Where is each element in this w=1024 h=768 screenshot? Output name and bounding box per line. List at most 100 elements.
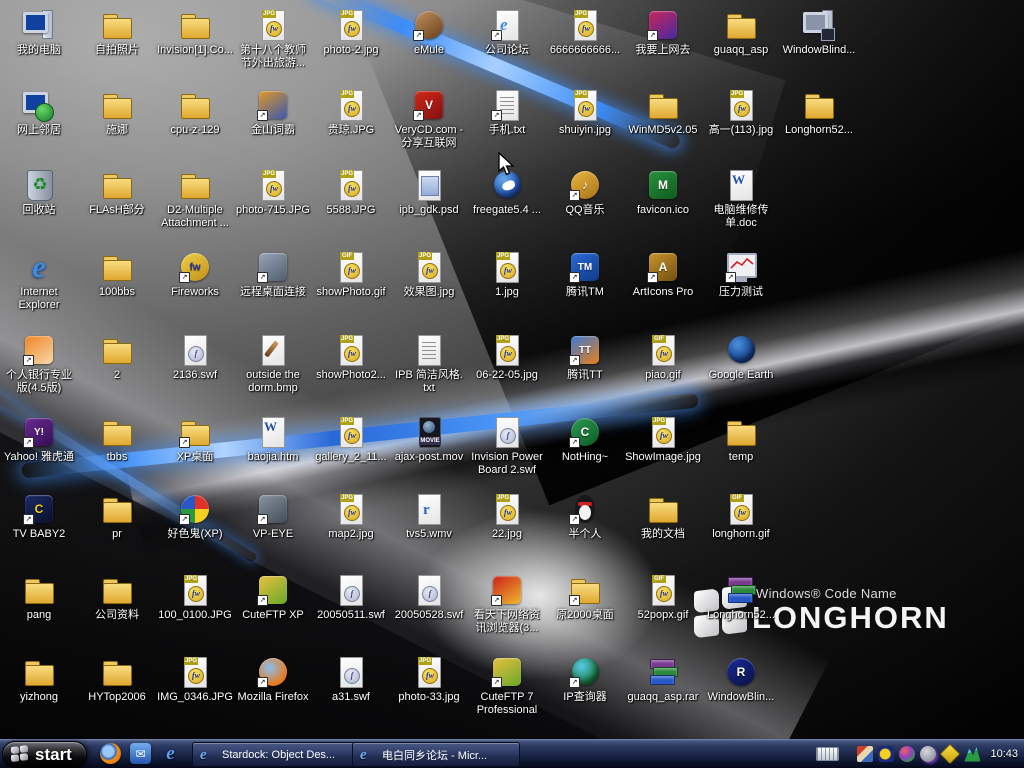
desktop-icon[interactable]: f20050511.swf bbox=[313, 573, 389, 622]
desktop-icon[interactable]: fwJPGphoto-715.JPG bbox=[235, 168, 311, 217]
desktop-icon[interactable]: ↗CuteFTP XP bbox=[235, 573, 311, 622]
desktop-icon[interactable]: fwJPGShowImage.jpg bbox=[625, 415, 701, 464]
desktop-icon[interactable]: HYTop2006 bbox=[79, 655, 155, 704]
tray-icon-moon[interactable] bbox=[878, 746, 894, 762]
desktop-icon[interactable]: ↗我要上网去 bbox=[625, 8, 701, 57]
desktop-icon[interactable]: fwJPGshowPhoto2... bbox=[313, 333, 389, 382]
desktop-icon[interactable]: FLAsH部分 bbox=[79, 168, 155, 217]
desktop-icon[interactable]: fwJPGgallery_2_11... bbox=[313, 415, 389, 464]
desktop-icon[interactable]: Longhorn52... bbox=[781, 88, 857, 137]
desktop-icon[interactable]: fwJPGmap2.jpg bbox=[313, 492, 389, 541]
desktop-icon[interactable]: 施娜 bbox=[79, 88, 155, 137]
desktop[interactable]: Windows® Code Name LONGHORN 我的电脑自拍照片Invi… bbox=[0, 0, 1024, 768]
desktop-icon[interactable]: ↗CuteFTP 7 Professional bbox=[469, 655, 545, 717]
desktop-icon[interactable]: f2136.swf bbox=[157, 333, 233, 382]
desktop-icon[interactable]: Longhorn52... bbox=[703, 573, 779, 622]
desktop-icon[interactable]: ↗压力测试 bbox=[703, 250, 779, 299]
desktop-icon[interactable]: fwJPGIMG_0346.JPG bbox=[157, 655, 233, 704]
desktop-icon[interactable]: Wbaojia.htm bbox=[235, 415, 311, 464]
desktop-icon[interactable]: A↗ArtIcons Pro bbox=[625, 250, 701, 299]
desktop-icon[interactable]: fwJPG22.jpg bbox=[469, 492, 545, 541]
desktop-icon[interactable]: ↗看天下网络资讯浏览器(3... bbox=[469, 573, 545, 635]
desktop-icon[interactable]: IPB 简洁风格. txt bbox=[391, 333, 467, 395]
desktop-icon[interactable]: fwJPG6666666666... bbox=[547, 8, 623, 57]
desktop-icon[interactable]: WindowBlind... bbox=[781, 8, 857, 57]
input-method-keyboard-icon[interactable] bbox=[816, 747, 839, 761]
desktop-icon[interactable]: fwJPG5588.JPG bbox=[313, 168, 389, 217]
desktop-icon[interactable]: fa31.swf bbox=[313, 655, 389, 704]
desktop-icon[interactable]: fwGIFshowPhoto.gif bbox=[313, 250, 389, 299]
desktop-icon[interactable]: C↗TV BABY2 bbox=[1, 492, 77, 541]
desktop-icon[interactable]: Google Earth bbox=[703, 333, 779, 382]
start-button[interactable]: start bbox=[2, 741, 87, 768]
desktop-icon[interactable]: ↗XP桌面 bbox=[157, 415, 233, 464]
desktop-icon[interactable]: fwJPGphoto-2.jpg bbox=[313, 8, 389, 57]
desktop-icon[interactable]: 100bbs bbox=[79, 250, 155, 299]
tray-icon-ball[interactable] bbox=[899, 746, 915, 762]
desktop-icon[interactable]: RWindowBlin... bbox=[703, 655, 779, 704]
desktop-icon[interactable]: fwGIFpiao.gif bbox=[625, 333, 701, 382]
desktop-icon[interactable]: tbbs bbox=[79, 415, 155, 464]
desktop-icon[interactable]: fwJPG贵琼.JPG bbox=[313, 88, 389, 137]
quicklaunch-firefox-icon[interactable] bbox=[100, 743, 121, 764]
desktop-icon[interactable]: TM↗腾讯TM bbox=[547, 250, 623, 299]
desktop-icon[interactable]: TT↗腾讯TT bbox=[547, 333, 623, 382]
desktop-icon[interactable]: fwJPGphoto-33.jpg bbox=[391, 655, 467, 704]
desktop-icon[interactable]: guaqq_asp bbox=[703, 8, 779, 57]
desktop-icon[interactable]: ↗Mozilla Firefox bbox=[235, 655, 311, 704]
desktop-icon[interactable]: 我的文档 bbox=[625, 492, 701, 541]
desktop-icon[interactable]: fwJPG第十八个教师节外出旅游... bbox=[235, 8, 311, 70]
desktop-icon[interactable]: W电脑维修传单.doc bbox=[703, 168, 779, 230]
desktop-icon[interactable]: MOVIEajax-post.mov bbox=[391, 415, 467, 464]
desktop-icon[interactable]: Y!↗Yahoo! 雅虎通 bbox=[1, 415, 77, 464]
desktop-icon[interactable]: freegate5.4 ... bbox=[469, 168, 545, 217]
desktop-icon[interactable]: C↗NotHing~ bbox=[547, 415, 623, 464]
tray-icon-volume[interactable] bbox=[920, 746, 936, 762]
desktop-icon[interactable]: pr bbox=[79, 492, 155, 541]
desktop-icon[interactable]: ↗远程桌面连接 bbox=[235, 250, 311, 299]
desktop-icon[interactable]: ↗手机.txt bbox=[469, 88, 545, 137]
desktop-icon[interactable]: rtvs5.wmv bbox=[391, 492, 467, 541]
desktop-icon[interactable]: eInternet Explorer bbox=[1, 250, 77, 312]
desktop-icon[interactable]: 公司资料 bbox=[79, 573, 155, 622]
desktop-icon[interactable]: fInvision Power Board 2.swf bbox=[469, 415, 545, 477]
quicklaunch-outlook-icon[interactable]: ✉ bbox=[130, 743, 151, 764]
desktop-icon[interactable]: Invision[1].Co... bbox=[157, 8, 233, 57]
tray-icon-network[interactable] bbox=[964, 746, 980, 762]
desktop-icon[interactable]: 我的电脑 bbox=[1, 8, 77, 57]
desktop-icon[interactable]: fwJPGshuiyin.jpg bbox=[547, 88, 623, 137]
desktop-icon[interactable]: Mfavicon.ico bbox=[625, 168, 701, 217]
desktop-icon[interactable]: fwJPG高一(113).jpg bbox=[703, 88, 779, 137]
desktop-icon[interactable]: ↗半个人 bbox=[547, 492, 623, 541]
desktop-icon[interactable]: D2-Multiple Attachment ... bbox=[157, 168, 233, 230]
desktop-icon[interactable]: fwJPG100_0100.JPG bbox=[157, 573, 233, 622]
taskbar-window-stardock[interactable]: e Stardock: Object Des... bbox=[192, 742, 360, 767]
desktop-icon[interactable]: fwJPG1.jpg bbox=[469, 250, 545, 299]
desktop-icon[interactable]: cpu-z-129 bbox=[157, 88, 233, 137]
desktop-icon[interactable]: fwJPG效果图.jpg bbox=[391, 250, 467, 299]
desktop-icon[interactable]: fwGIF52popx.gif bbox=[625, 573, 701, 622]
desktop-icon[interactable]: fwJPG06-22-05.jpg bbox=[469, 333, 545, 382]
tray-icon-diamond[interactable] bbox=[940, 743, 960, 763]
desktop-icon[interactable]: ↗金山词霸 bbox=[235, 88, 311, 137]
taskbar-clock[interactable]: 10:43 bbox=[990, 748, 1018, 760]
desktop-icon[interactable]: WinMD5v2.05 bbox=[625, 88, 701, 137]
desktop-icon[interactable]: ↗IP查询器 bbox=[547, 655, 623, 704]
desktop-icon[interactable]: temp bbox=[703, 415, 779, 464]
desktop-icon[interactable]: 网上邻居 bbox=[1, 88, 77, 137]
desktop-icon[interactable]: yizhong bbox=[1, 655, 77, 704]
desktop-icon[interactable]: 自拍照片 bbox=[79, 8, 155, 57]
desktop-icon[interactable]: e↗公司论坛 bbox=[469, 8, 545, 57]
desktop-icon[interactable]: fwGIFlonghorn.gif bbox=[703, 492, 779, 541]
desktop-icon[interactable]: ↗个人银行专业版(4.5版) bbox=[1, 333, 77, 395]
desktop-icon[interactable]: outside the dorm.bmp bbox=[235, 333, 311, 395]
desktop-icon[interactable]: ↗好色鬼(XP) bbox=[157, 492, 233, 541]
desktop-icon[interactable]: ♻回收站 bbox=[1, 168, 77, 217]
desktop-icon[interactable]: ↗eMule bbox=[391, 8, 467, 57]
desktop-icon[interactable]: ipb_gdk.psd bbox=[391, 168, 467, 217]
desktop-icon[interactable]: guaqq_asp.rar bbox=[625, 655, 701, 704]
quicklaunch-ie-icon[interactable]: e bbox=[160, 743, 181, 764]
desktop-icon[interactable]: ↗原2000桌面 bbox=[547, 573, 623, 622]
taskbar-window-forum[interactable]: e 电白同乡论坛 - Micr... bbox=[352, 742, 520, 767]
desktop-icon[interactable]: ♪↗QQ音乐 bbox=[547, 168, 623, 217]
